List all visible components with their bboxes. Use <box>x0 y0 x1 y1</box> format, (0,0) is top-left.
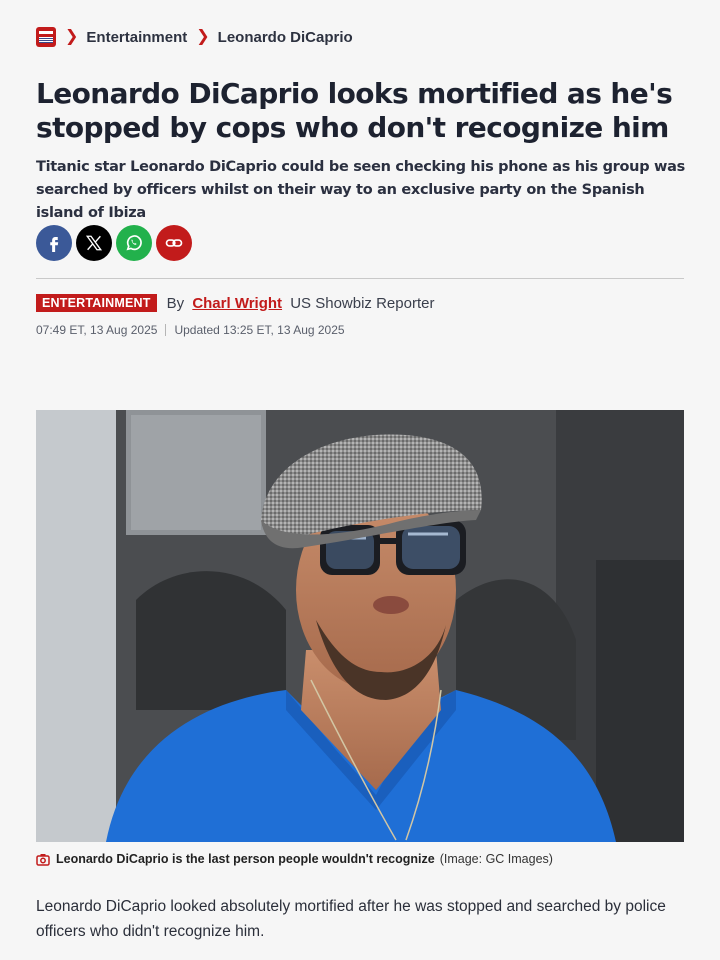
share-facebook-button[interactable] <box>36 225 72 261</box>
divider <box>36 278 684 279</box>
section-tag[interactable]: ENTERTAINMENT <box>36 294 157 312</box>
facebook-icon <box>50 237 59 252</box>
caption-credit: (Image: GC Images) <box>439 852 553 866</box>
article-paragraph: Leonardo DiCaprio looked absolutely mort… <box>36 898 666 940</box>
breadcrumb-entertainment[interactable]: Entertainment <box>86 29 187 46</box>
chevron-right-icon: ❯ <box>196 28 210 45</box>
byline-prefix: By <box>166 294 185 312</box>
caption-text: Leonardo DiCaprio is the last person peo… <box>56 852 435 866</box>
x-icon <box>85 235 103 251</box>
copy-link-button[interactable] <box>156 225 192 261</box>
share-whatsapp-button[interactable] <box>116 225 152 261</box>
article-headline: Leonardo DiCaprio looks mortified as he'… <box>36 77 673 144</box>
article-lead-image[interactable] <box>36 410 684 842</box>
author-role: US Showbiz Reporter <box>290 294 435 312</box>
updated-date: Updated 13:25 ET, 13 Aug 2025 <box>174 323 345 337</box>
author-link[interactable]: Charl Wright <box>192 295 282 312</box>
site-logo-icon[interactable] <box>36 27 56 47</box>
byline: ENTERTAINMENT By Charl Wright US Showbiz… <box>36 294 434 312</box>
published-date: 07:49 ET, 13 Aug 2025 <box>36 323 158 337</box>
article-dates: 07:49 ET, 13 Aug 2025 Updated 13:25 ET, … <box>36 323 345 337</box>
byline-text: By Charl Wright US Showbiz Reporter <box>167 295 435 312</box>
breadcrumb: ❯ Entertainment ❯ Leonardo DiCaprio <box>36 26 353 48</box>
whatsapp-icon <box>126 235 142 251</box>
date-separator <box>165 324 167 336</box>
lead-photo <box>36 410 684 842</box>
link-icon <box>165 239 183 247</box>
article-standfirst: Titanic star Leonardo DiCaprio could be … <box>36 159 685 221</box>
breadcrumb-leonardo-dicaprio[interactable]: Leonardo DiCaprio <box>218 29 353 46</box>
share-x-button[interactable] <box>76 225 112 261</box>
chevron-right-icon: ❯ <box>65 28 79 45</box>
camera-icon <box>36 853 50 866</box>
share-bar <box>36 225 192 261</box>
image-caption: Leonardo DiCaprio is the last person peo… <box>36 852 553 866</box>
